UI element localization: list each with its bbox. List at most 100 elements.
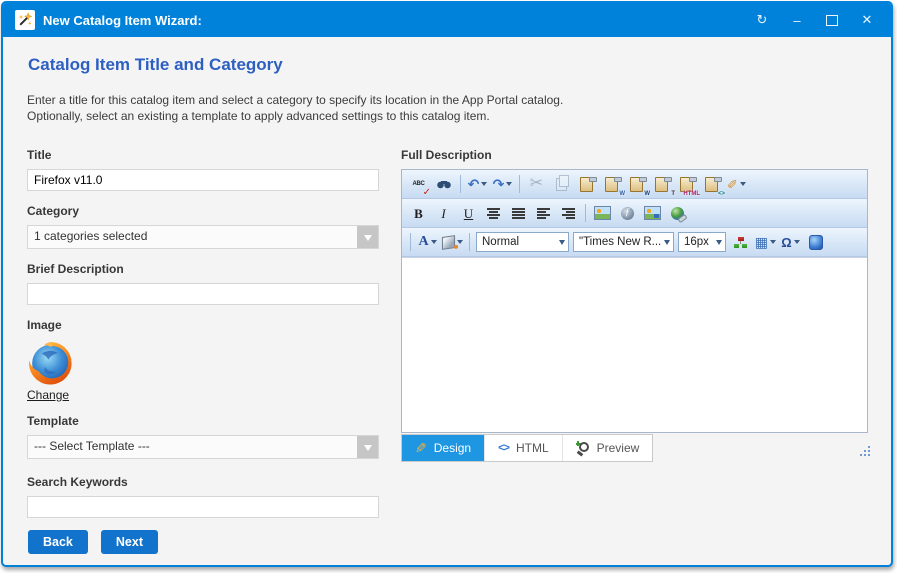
tab-html[interactable]: <> HTML — [485, 435, 563, 461]
tab-design[interactable]: ✎ Design — [402, 435, 485, 461]
close-button[interactable]: ✕ — [859, 12, 875, 28]
editor-toolbar-row-3: A Normal "Times New R... 16px ▦ Ω — [402, 228, 867, 257]
italic[interactable]: I — [432, 202, 455, 224]
wizard-content: Catalog Item Title and Category Enter a … — [3, 37, 891, 565]
wizard-icon — [15, 10, 35, 30]
rich-text-editor: ABC✓↶↷✂WWTHTML<>✐ BIUƒ A Normal "Times N… — [401, 169, 868, 433]
insert-image[interactable] — [591, 202, 614, 224]
undo-dropdown-caret[interactable] — [481, 179, 487, 189]
editor-toolbar-row-1: ABC✓↶↷✂WWTHTML<>✐ — [402, 170, 867, 199]
change-image-link[interactable]: Change — [27, 388, 69, 402]
underline-icon: U — [464, 207, 473, 220]
format-stripper[interactable]: ✐ — [725, 173, 748, 195]
insert-image-icon — [594, 206, 611, 220]
back-button[interactable]: Back — [28, 530, 88, 554]
align-center[interactable] — [482, 202, 505, 224]
paste-plain-text-icon — [655, 177, 668, 192]
undo-icon: ↶ — [468, 177, 480, 191]
category-dropdown-arrow-icon[interactable] — [357, 226, 378, 248]
font-size-value: 16px — [684, 236, 713, 248]
highlight-color[interactable] — [441, 231, 464, 253]
toolbar-separator — [460, 175, 461, 193]
font-color-dropdown-caret[interactable] — [431, 237, 437, 247]
paste-plain-text[interactable]: T — [650, 173, 673, 195]
font-size-select[interactable]: 16px — [678, 232, 726, 252]
align-left[interactable] — [532, 202, 555, 224]
bold[interactable]: B — [407, 202, 430, 224]
paste-from-word-strip-font[interactable]: W — [625, 173, 648, 195]
cut-icon: ✂ — [530, 176, 543, 192]
tab-preview-label: Preview — [597, 441, 640, 455]
underline[interactable]: U — [457, 202, 480, 224]
align-right[interactable] — [557, 202, 580, 224]
insert-symbol[interactable]: Ω — [779, 231, 802, 253]
insert-snippet-icon — [734, 237, 747, 248]
toolbar-row3-left: A — [406, 231, 474, 253]
format-stripper-dropdown-caret[interactable] — [740, 179, 746, 189]
category-dropdown[interactable]: 1 categories selected — [27, 225, 379, 249]
search-keywords-input[interactable] — [27, 496, 379, 518]
minimize-button-icon: – — [793, 13, 800, 28]
pencil-icon: ✎ — [415, 440, 427, 457]
justify[interactable] — [507, 202, 530, 224]
copy[interactable] — [550, 173, 573, 195]
paste-html[interactable]: <> — [700, 173, 723, 195]
maximize-button[interactable] — [824, 12, 840, 28]
redo[interactable]: ↷ — [491, 173, 514, 195]
find-and-replace-icon — [437, 179, 451, 189]
minimize-button[interactable]: – — [789, 12, 805, 28]
tab-preview[interactable]: Preview — [563, 435, 653, 461]
paste-html-icon — [705, 177, 718, 192]
redo-dropdown-caret[interactable] — [506, 179, 512, 189]
spell-check[interactable]: ABC✓ — [407, 173, 430, 195]
insert-table-dropdown-caret[interactable] — [770, 237, 776, 247]
editor-toolbar-row-2: BIUƒ — [402, 199, 867, 228]
find-and-replace[interactable] — [432, 173, 455, 195]
cut[interactable]: ✂ — [525, 173, 548, 195]
insert-flash[interactable]: ƒ — [616, 202, 639, 224]
font-color[interactable]: A — [416, 231, 439, 253]
editor-resize-grip[interactable] — [860, 454, 862, 456]
template-dropdown-arrow-icon[interactable] — [357, 436, 378, 458]
paste-from-word[interactable]: W — [600, 173, 623, 195]
spell-check-badge: ✓ — [423, 188, 431, 198]
editor-canvas[interactable] — [402, 257, 867, 432]
image-label: Image — [27, 318, 379, 332]
font-color-icon: A — [418, 235, 428, 249]
insert-hyperlink[interactable] — [666, 202, 689, 224]
paste[interactable] — [575, 173, 598, 195]
bold-icon: B — [414, 207, 423, 220]
insert-table[interactable]: ▦ — [754, 231, 777, 253]
next-button[interactable]: Next — [101, 530, 158, 554]
insert-symbol-dropdown-caret[interactable] — [794, 237, 800, 247]
maximize-button-icon — [826, 15, 838, 26]
paste-as-html-badge: HTML — [683, 191, 700, 197]
insert-media[interactable] — [804, 231, 827, 253]
title-bar: New Catalog Item Wizard: ↻ – ✕ — [3, 3, 891, 37]
insert-hyperlink-icon — [671, 207, 684, 220]
toolbar-separator — [410, 233, 411, 251]
refresh-button[interactable]: ↻ — [754, 12, 770, 28]
brief-description-input[interactable] — [27, 283, 379, 305]
align-right-icon — [562, 208, 575, 219]
paragraph-style-select[interactable]: Normal — [476, 232, 569, 252]
code-brackets-icon: <> — [498, 442, 509, 454]
close-button-icon: ✕ — [862, 12, 873, 28]
redo-icon: ↷ — [493, 177, 505, 191]
template-dropdown[interactable]: --- Select Template --- — [27, 435, 379, 459]
highlight-color-icon — [442, 235, 455, 250]
insert-symbol-icon: Ω — [781, 236, 791, 249]
paste-as-html[interactable]: HTML — [675, 173, 698, 195]
font-name-select[interactable]: "Times New R... — [573, 232, 674, 252]
toolbar-separator — [469, 233, 470, 251]
window-title: New Catalog Item Wizard: — [43, 13, 202, 28]
image-map-editor[interactable] — [641, 202, 664, 224]
toolbar-separator — [585, 204, 586, 222]
brief-description-label: Brief Description — [27, 262, 379, 276]
title-input[interactable] — [27, 169, 379, 191]
insert-snippet[interactable] — [729, 231, 752, 253]
full-description-label: Full Description — [401, 148, 868, 162]
toolbar-separator — [519, 175, 520, 193]
format-stripper-icon: ✐ — [727, 178, 738, 191]
undo[interactable]: ↶ — [466, 173, 489, 195]
